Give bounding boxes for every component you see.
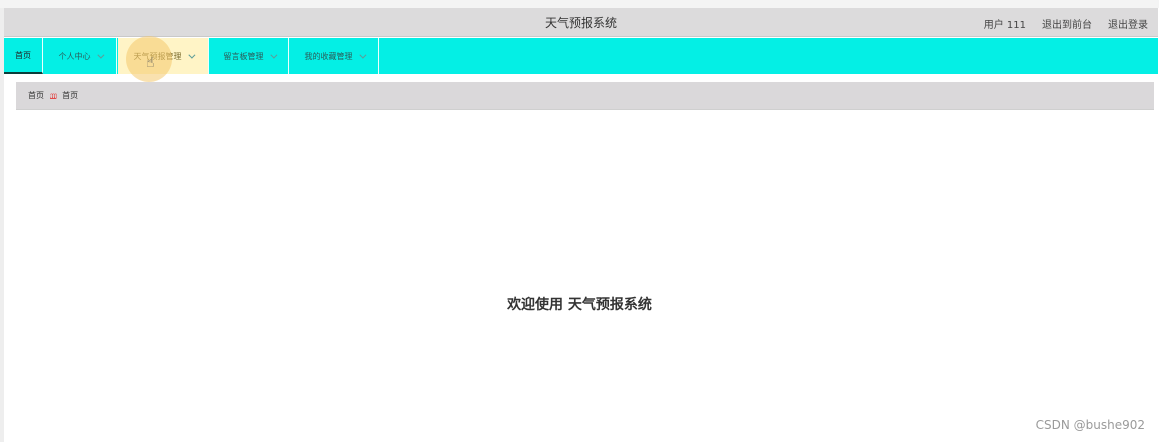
- nav-item-profile[interactable]: 个人中心: [44, 38, 117, 74]
- app-header: 天气预报系统 用户 111 退出到前台 退出登录: [4, 8, 1158, 37]
- nav-item-label: 我的收藏管理: [304, 51, 353, 61]
- top-strip: [0, 0, 1159, 8]
- watermark: CSDN @bushe902: [1035, 418, 1145, 432]
- chevron-down-icon: [187, 51, 195, 59]
- nav-item-label: 个人中心: [58, 51, 91, 61]
- user-label: 用户 111: [983, 20, 1026, 31]
- nav-item-label: 天气预报管理: [133, 51, 182, 61]
- breadcrumb: 首页 ეეე 首页: [16, 82, 1154, 110]
- chevron-down-icon: [269, 51, 277, 59]
- breadcrumb-current: 首页: [62, 91, 79, 100]
- logout-link[interactable]: 退出登录: [1108, 16, 1148, 31]
- chevron-down-icon: [358, 51, 366, 59]
- nav-item-label: 首页: [15, 50, 31, 60]
- nav-item-weather-management[interactable]: 天气预报管理: [118, 38, 209, 74]
- header-actions: 用户 111 退出到前台 退出登录: [984, 16, 1148, 31]
- chevron-down-icon: [96, 51, 104, 59]
- main-nav: 首页 个人中心 天气预报管理 留言板管理 我的收藏管理: [4, 38, 1158, 74]
- nav-item-favorites[interactable]: 我的收藏管理: [290, 38, 379, 74]
- breadcrumb-home[interactable]: 首页: [28, 90, 44, 101]
- nav-item-message-board[interactable]: 留言板管理: [210, 38, 289, 74]
- nav-item-label: 留言板管理: [223, 51, 264, 61]
- exit-to-front-link[interactable]: 退出到前台: [1042, 16, 1092, 31]
- nav-item-home[interactable]: 首页: [4, 38, 43, 74]
- breadcrumb-separator: ეეე: [50, 92, 57, 99]
- welcome-message: 欢迎使用 天气预报系统: [507, 297, 652, 313]
